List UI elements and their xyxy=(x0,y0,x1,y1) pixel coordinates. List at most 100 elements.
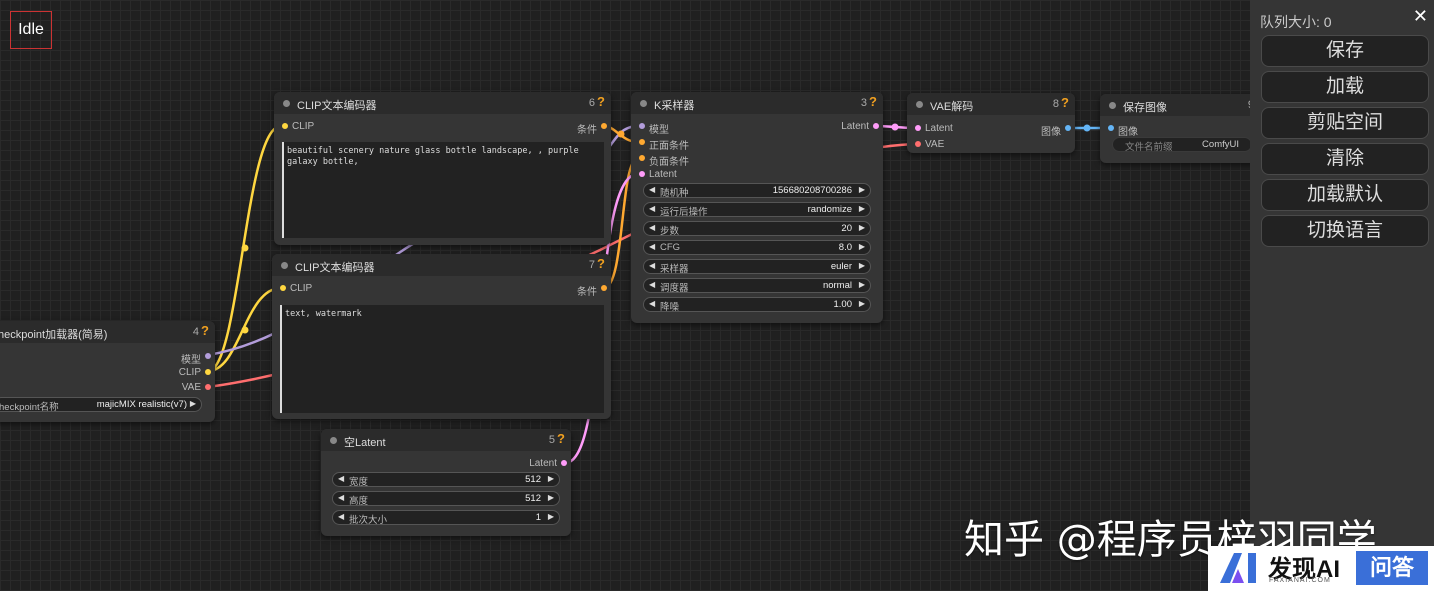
height-stepper[interactable]: ◀ 高度 512 ▶ xyxy=(332,491,560,507)
node-save-image[interactable]: 保存图像 9 图像 文件名前缀 ComfyUI xyxy=(1100,94,1260,163)
arrow-left-icon[interactable]: ◀ xyxy=(649,204,655,213)
node-title: VAE解码 xyxy=(930,101,974,113)
arrow-left-icon[interactable]: ◀ xyxy=(649,185,655,194)
checkpoint-name-select[interactable]: heckpoint名称 majicMIX realistic(v7) ▶ xyxy=(0,397,202,413)
node-title: CLIP文本编码器 xyxy=(297,100,377,112)
node-title: 空Latent xyxy=(344,437,386,449)
denoise-stepper[interactable]: ◀ 降噪 1.00 ▶ xyxy=(643,297,871,313)
arrow-left-icon[interactable]: ◀ xyxy=(649,261,655,270)
switch-language-button[interactable]: 切换语言 xyxy=(1261,215,1429,247)
help-icon[interactable]: ? xyxy=(597,256,605,271)
node-checkpoint-loader[interactable]: heckpoint加载器(简易) 4 ? 模型 CLIP VAE heckpoi… xyxy=(0,321,215,422)
node-id: 6 xyxy=(588,97,595,109)
load-button[interactable]: 加载 xyxy=(1261,71,1429,103)
output-slot-model[interactable]: 模型 xyxy=(181,351,215,366)
collapse-dot-icon[interactable] xyxy=(330,437,337,444)
scheduler-select[interactable]: ◀ 调度器 normal ▶ xyxy=(643,278,871,294)
arrow-right-icon[interactable]: ▶ xyxy=(859,299,865,308)
node-clip-text-encode-7[interactable]: CLIP文本编码器 7 ? CLIP 条件 text, watermark xyxy=(272,254,611,419)
collapse-dot-icon[interactable] xyxy=(640,100,647,107)
arrow-right-icon[interactable]: ▶ xyxy=(548,512,554,521)
node-id: 8 xyxy=(1052,98,1059,110)
output-slot-image[interactable]: 图像 xyxy=(1041,123,1075,138)
clear-button[interactable]: 清除 xyxy=(1261,143,1429,175)
control-after-generate-select[interactable]: ◀ 运行后操作 randomize ▶ xyxy=(643,202,871,218)
batch-size-stepper[interactable]: ◀ 批次大小 1 ▶ xyxy=(332,510,560,526)
node-ksampler[interactable]: K采样器 3 ? 模型 正面条件 负面条件 Latent Latent ◀ 随机… xyxy=(631,92,883,323)
arrow-left-icon[interactable]: ◀ xyxy=(338,493,344,502)
input-slot-negative[interactable]: 负面条件 xyxy=(635,153,689,168)
link-clip-to-clip6 xyxy=(207,124,282,373)
input-slot-image[interactable]: 图像 xyxy=(1104,123,1138,138)
clipspace-button[interactable]: 剪贴空间 xyxy=(1261,107,1429,139)
arrow-left-icon[interactable]: ◀ xyxy=(649,299,655,308)
input-slot-latent[interactable]: Latent xyxy=(911,123,953,134)
arrow-right-icon[interactable]: ▶ xyxy=(548,474,554,483)
node-id: 5 xyxy=(548,434,555,446)
help-icon[interactable]: ? xyxy=(1061,95,1069,110)
close-icon[interactable]: ✕ xyxy=(1413,6,1428,27)
filename-prefix-input[interactable]: 文件名前缀 ComfyUI xyxy=(1112,137,1252,153)
arrow-right-icon[interactable]: ▶ xyxy=(859,280,865,289)
arrow-right-icon[interactable]: ▶ xyxy=(859,223,865,232)
help-icon[interactable]: ? xyxy=(597,94,605,109)
input-slot-positive[interactable]: 正面条件 xyxy=(635,137,689,152)
prompt-textarea[interactable]: beautiful scenery nature glass bottle la… xyxy=(282,142,604,238)
arrow-left-icon[interactable]: ◀ xyxy=(649,280,655,289)
collapse-dot-icon[interactable] xyxy=(916,101,923,108)
arrow-right-icon[interactable]: ▶ xyxy=(190,399,196,408)
arrow-right-icon[interactable]: ▶ xyxy=(859,185,865,194)
input-slot-clip[interactable]: CLIP xyxy=(278,121,314,132)
help-icon[interactable]: ? xyxy=(201,323,209,338)
arrow-right-icon[interactable]: ▶ xyxy=(859,204,865,213)
help-icon[interactable]: ? xyxy=(869,94,877,109)
arrow-left-icon[interactable]: ◀ xyxy=(338,512,344,521)
arrow-right-icon[interactable]: ▶ xyxy=(859,242,865,251)
output-slot-clip[interactable]: CLIP xyxy=(179,367,215,378)
node-title: K采样器 xyxy=(654,100,695,112)
node-title: heckpoint加载器(简易) xyxy=(0,329,108,341)
arrow-left-icon[interactable]: ◀ xyxy=(649,242,655,251)
help-icon[interactable]: ? xyxy=(557,431,565,446)
node-title: 保存图像 xyxy=(1123,102,1167,114)
output-slot-vae[interactable]: VAE xyxy=(182,382,215,393)
output-slot-conditioning[interactable]: 条件 xyxy=(577,283,611,298)
input-slot-model[interactable]: 模型 xyxy=(635,121,669,136)
prompt-textarea[interactable]: text, watermark xyxy=(280,305,604,413)
save-button[interactable]: 保存 xyxy=(1261,35,1429,67)
input-slot-vae[interactable]: VAE xyxy=(911,139,944,150)
sampler-select[interactable]: ◀ 采样器 euler ▶ xyxy=(643,259,871,275)
output-slot-latent[interactable]: Latent xyxy=(529,458,571,469)
node-header[interactable]: 空Latent 5 ? xyxy=(321,429,571,451)
node-clip-text-encode-6[interactable]: CLIP文本编码器 6 ? CLIP 条件 beautiful scenery … xyxy=(274,92,611,245)
node-header[interactable]: K采样器 3 ? xyxy=(631,92,883,114)
arrow-left-icon[interactable]: ◀ xyxy=(649,223,655,232)
load-default-button[interactable]: 加载默认 xyxy=(1261,179,1429,211)
node-header[interactable]: heckpoint加载器(简易) 4 ? xyxy=(0,321,215,343)
node-header[interactable]: CLIP文本编码器 6 ? xyxy=(274,92,611,114)
node-id: 4 xyxy=(192,326,199,338)
width-stepper[interactable]: ◀ 宽度 512 ▶ xyxy=(332,472,560,488)
node-header[interactable]: VAE解码 8 ? xyxy=(907,93,1075,115)
input-slot-clip[interactable]: CLIP xyxy=(276,283,312,294)
seed-stepper[interactable]: ◀ 随机种 156680208700286 ▶ xyxy=(643,183,871,199)
collapse-dot-icon[interactable] xyxy=(1109,102,1116,109)
input-slot-latent[interactable]: Latent xyxy=(635,169,677,180)
steps-stepper[interactable]: ◀ 步数 20 ▶ xyxy=(643,221,871,237)
collapse-dot-icon[interactable] xyxy=(283,100,290,107)
output-slot-latent[interactable]: Latent xyxy=(841,121,883,132)
node-empty-latent[interactable]: 空Latent 5 ? Latent ◀ 宽度 512 ▶ ◀ 高度 512 ▶… xyxy=(321,429,571,536)
cfg-stepper[interactable]: ◀ CFG 8.0 ▶ xyxy=(643,240,871,255)
graph-canvas[interactable]: Idle CLIP文本编码器 6 ? CLIP 条件 beautiful sce… xyxy=(0,0,1434,591)
faxianai-logo: 发现AI FAXIANAI.COM 问答 xyxy=(1208,546,1434,591)
node-title: CLIP文本编码器 xyxy=(295,262,375,274)
arrow-left-icon[interactable]: ◀ xyxy=(338,474,344,483)
node-header[interactable]: 保存图像 9 xyxy=(1100,94,1260,116)
node-vae-decode[interactable]: VAE解码 8 ? Latent VAE 图像 xyxy=(907,93,1075,153)
link-clip-to-clip7 xyxy=(207,286,282,373)
collapse-dot-icon[interactable] xyxy=(281,262,288,269)
node-header[interactable]: CLIP文本编码器 7 ? xyxy=(272,254,611,276)
arrow-right-icon[interactable]: ▶ xyxy=(859,261,865,270)
output-slot-conditioning[interactable]: 条件 xyxy=(577,121,611,136)
arrow-right-icon[interactable]: ▶ xyxy=(548,493,554,502)
